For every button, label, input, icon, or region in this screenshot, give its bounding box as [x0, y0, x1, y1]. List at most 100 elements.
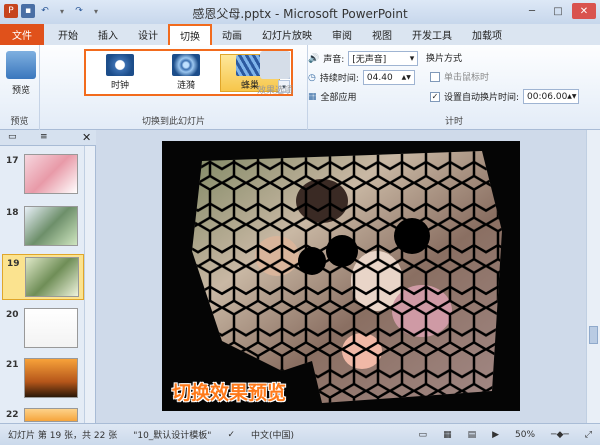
- tab-insert[interactable]: 插入: [88, 24, 128, 45]
- slide-image: [24, 308, 78, 348]
- outline-tab-icon[interactable]: ≡: [40, 132, 48, 142]
- slide-canvas[interactable]: 切换效果预览: [162, 141, 520, 411]
- slide-thumb-18[interactable]: 18: [2, 204, 84, 250]
- theme-name: "10_默认设计模板": [133, 431, 212, 441]
- transition-clock-label: 时钟: [110, 81, 129, 91]
- timing-group-label: 计时: [444, 117, 463, 127]
- reading-view-icon[interactable]: ▤: [460, 430, 485, 440]
- duration-value: 04.40: [366, 72, 393, 83]
- language[interactable]: 中文(中国): [243, 428, 302, 441]
- auto-advance-label: 设置自动换片时间:: [444, 93, 520, 103]
- status-bar: 幻灯片 第 19 张，共 22 张 "10_默认设计模板" ✓ 中文(中国) ▭…: [0, 423, 600, 445]
- chevron-down-icon: ▾: [409, 53, 415, 64]
- clock-icon: [106, 54, 134, 76]
- auto-time-input[interactable]: 00:06.00 ▲▼: [523, 89, 580, 104]
- duration-row: ◷ 持续时间: 04.40 ▲▼: [308, 70, 415, 85]
- tab-design[interactable]: 设计: [128, 24, 168, 45]
- normal-view-icon[interactable]: ▭: [411, 430, 436, 440]
- close-panel-icon[interactable]: ✕: [82, 131, 91, 144]
- effect-options-button[interactable]: 效果选项: [257, 51, 293, 96]
- sorter-view-icon[interactable]: ▦: [435, 430, 460, 440]
- tab-addins[interactable]: 加载项: [462, 24, 512, 45]
- slide-thumb-21[interactable]: 21: [2, 356, 84, 402]
- slide-image: [24, 206, 78, 246]
- tab-transitions[interactable]: 切换: [168, 24, 212, 45]
- tab-review[interactable]: 审阅: [322, 24, 362, 45]
- slides-panel: ▭ ≡ ✕ 17 18 19 20 21 22: [0, 130, 96, 423]
- transition-clock[interactable]: 时钟: [90, 54, 150, 92]
- ripple-icon: [172, 54, 200, 76]
- preview-group-label: 预览: [10, 117, 29, 127]
- slide-thumb-22[interactable]: 22: [2, 406, 84, 422]
- apply-all-icon: ▦: [308, 91, 317, 102]
- slide-thumb-19[interactable]: 19: [2, 254, 84, 300]
- slides-tab-icon[interactable]: ▭: [8, 132, 17, 142]
- spinner-icon: ▲▼: [567, 93, 577, 100]
- transition-preview-caption: 切换效果预览: [172, 382, 287, 404]
- slide-image: [24, 154, 78, 194]
- slide-image: [24, 358, 78, 398]
- slide-number: 18: [6, 208, 19, 218]
- slide-count: 幻灯片 第 19 张，共 22 张: [8, 431, 118, 441]
- slide-number: 21: [6, 360, 19, 370]
- preview-label: 预览: [11, 86, 30, 96]
- maximize-button[interactable]: □: [546, 3, 570, 19]
- zoom-level[interactable]: 50%: [507, 430, 543, 440]
- honeycomb-preview: [192, 151, 502, 403]
- slide-image: [25, 257, 79, 297]
- window-title: 感恩父母.pptx - Microsoft PowerPoint: [192, 7, 408, 21]
- slide-number: 20: [6, 310, 19, 320]
- tab-developer[interactable]: 开发工具: [402, 24, 462, 45]
- on-click-option[interactable]: 单击鼠标时: [430, 70, 489, 83]
- slide-number: 22: [6, 410, 19, 420]
- panel-tabs: ▭ ≡ ✕: [0, 130, 96, 146]
- slide-thumb-17[interactable]: 17: [2, 152, 84, 198]
- minimize-button[interactable]: ─: [520, 3, 544, 19]
- sound-icon: 🔊: [308, 53, 320, 64]
- apply-all-label: 全部应用: [320, 93, 357, 103]
- window-controls: ─ □ ✕: [520, 3, 596, 19]
- slide-number: 17: [6, 156, 19, 166]
- zoom-slider[interactable]: ─◆─: [543, 430, 577, 440]
- on-click-checkbox[interactable]: [430, 71, 440, 82]
- auto-advance-checkbox[interactable]: ✓: [430, 91, 440, 102]
- tab-home[interactable]: 开始: [48, 24, 88, 45]
- tab-animations[interactable]: 动画: [212, 24, 252, 45]
- tab-view[interactable]: 视图: [362, 24, 402, 45]
- preview-group: 预览 预览: [0, 45, 40, 130]
- duration-label: 持续时间:: [319, 74, 359, 84]
- slide-number: 19: [7, 259, 20, 269]
- transition-group: 时钟 涟漪 蜂巢 ▲ ▼ ▾ 效果选项 切换到此幻灯片: [40, 45, 308, 130]
- clock-small-icon: ◷: [308, 72, 316, 83]
- panel-scrollbar[interactable]: [84, 146, 95, 423]
- sound-value: [无声音]: [352, 55, 387, 65]
- advance-title: 换片方式: [426, 51, 462, 64]
- preview-icon: [6, 51, 36, 79]
- sound-row: 🔊 声音: [无声音] ▾: [308, 51, 419, 66]
- ribbon: 预览 预览 时钟 涟漪 蜂巢 ▲ ▼ ▾ 效果选项: [0, 45, 600, 130]
- scroll-thumb[interactable]: [589, 326, 598, 344]
- effect-options-label: 效果选项: [257, 86, 294, 96]
- ribbon-tabs: 文件 开始 插入 设计 切换 动画 幻灯片放映 审阅 视图 开发工具 加载项: [0, 24, 600, 45]
- transition-ripple[interactable]: 涟漪: [156, 54, 216, 92]
- transition-ripple-label: 涟漪: [176, 81, 195, 91]
- timing-group: 🔊 声音: [无声音] ▾ ◷ 持续时间: 04.40 ▲▼ ▦ 全部应用 换片方式…: [308, 45, 600, 130]
- auto-advance-option[interactable]: ✓ 设置自动换片时间: 00:06.00 ▲▼: [430, 89, 580, 104]
- tab-file[interactable]: 文件: [0, 24, 44, 45]
- spellcheck-icon[interactable]: ✓: [219, 430, 243, 440]
- title-bar: P ▪ ↶ ▾ ↷ ▾ 感恩父母.pptx - Microsoft PowerP…: [0, 0, 600, 24]
- slideshow-view-icon[interactable]: ▶: [484, 430, 507, 440]
- auto-time-value: 00:06.00: [527, 91, 568, 102]
- slide-thumb-20[interactable]: 20: [2, 306, 84, 352]
- duration-input[interactable]: 04.40 ▲▼: [362, 70, 415, 85]
- fit-window-icon[interactable]: ⤢: [577, 430, 600, 440]
- preview-button[interactable]: 预览: [6, 51, 36, 96]
- apply-all-button[interactable]: ▦ 全部应用: [308, 90, 357, 104]
- tab-slideshow[interactable]: 幻灯片放映: [252, 24, 322, 45]
- sound-select[interactable]: [无声音] ▾: [348, 51, 419, 66]
- close-button[interactable]: ✕: [572, 3, 596, 19]
- editor-scrollbar[interactable]: [586, 130, 600, 423]
- slide-image: [24, 408, 78, 422]
- sound-label: 声音:: [323, 55, 345, 65]
- on-click-label: 单击鼠标时: [444, 73, 490, 83]
